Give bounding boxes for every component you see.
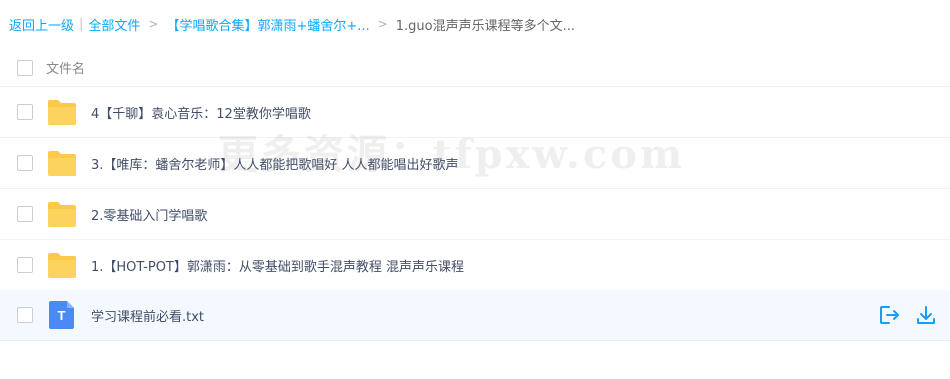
all-files-link[interactable]: 全部文件 bbox=[88, 15, 140, 34]
row-checkbox[interactable] bbox=[17, 257, 33, 273]
back-link[interactable]: 返回上一级 bbox=[9, 15, 74, 34]
file-name[interactable]: 1.【HOT-POT】郭潇雨：从零基础到歌手混声教程 混声声乐课程 bbox=[91, 256, 464, 275]
breadcrumb: 返回上一级 | 全部文件 > 【学唱歌合集】郭潇雨+蟠舍尔+... > 1.gu… bbox=[9, 14, 575, 34]
file-name[interactable]: 3.【唯库：蟠舍尔老师】人人都能把歌唱好 人人都能唱出好歌声 bbox=[91, 154, 459, 173]
file-row[interactable]: 4【千聊】袁心音乐：12堂教你学唱歌 bbox=[0, 87, 950, 138]
file-name[interactable]: 4【千聊】袁心音乐：12堂教你学唱歌 bbox=[91, 103, 311, 122]
breadcrumb-arrow: > bbox=[148, 17, 159, 31]
folder-icon bbox=[47, 200, 77, 228]
folder-icon bbox=[47, 149, 77, 177]
breadcrumb-arrow: > bbox=[377, 17, 388, 31]
name-column-header[interactable]: 文件名 bbox=[46, 58, 85, 77]
file-row[interactable]: T 学习课程前必看.txt bbox=[0, 290, 950, 341]
file-row[interactable]: 3.【唯库：蟠舍尔老师】人人都能把歌唱好 人人都能唱出好歌声 bbox=[0, 138, 950, 189]
file-name[interactable]: 2.零基础入门学唱歌 bbox=[91, 205, 207, 224]
folder-icon bbox=[47, 251, 77, 279]
breadcrumb-current: 1.guo混声声乐课程等多个文... bbox=[395, 18, 575, 34]
row-checkbox[interactable] bbox=[17, 307, 33, 323]
txt-file-icon: T bbox=[47, 301, 77, 329]
row-checkbox[interactable] bbox=[17, 206, 33, 222]
file-row[interactable]: 1.【HOT-POT】郭潇雨：从零基础到歌手混声教程 混声声乐课程 bbox=[0, 240, 950, 291]
file-browser: 返回上一级 | 全部文件 > 【学唱歌合集】郭潇雨+蟠舍尔+... > 1.gu… bbox=[0, 0, 950, 379]
breadcrumb-divider: | bbox=[79, 16, 84, 32]
breadcrumb-folder-link[interactable]: 【学唱歌合集】郭潇雨+蟠舍尔+... bbox=[166, 15, 369, 34]
folder-icon bbox=[47, 98, 77, 126]
file-row[interactable]: 2.零基础入门学唱歌 bbox=[0, 189, 950, 240]
file-name[interactable]: 学习课程前必看.txt bbox=[91, 306, 204, 325]
select-all-checkbox[interactable] bbox=[17, 59, 33, 76]
share-icon[interactable] bbox=[878, 304, 900, 326]
row-checkbox[interactable] bbox=[17, 104, 33, 120]
txt-file-letter: T bbox=[57, 308, 66, 323]
row-checkbox[interactable] bbox=[17, 155, 33, 171]
download-icon[interactable] bbox=[915, 304, 937, 326]
file-list-header: 文件名 bbox=[0, 49, 950, 87]
